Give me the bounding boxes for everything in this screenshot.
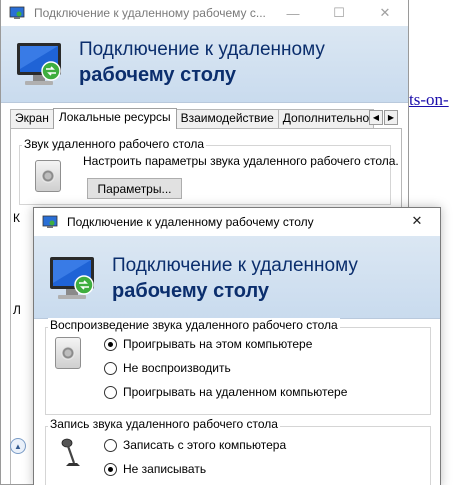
remote-desktop-monitor-icon <box>50 257 94 299</box>
close-icon[interactable]: ✕ <box>362 0 408 26</box>
radio-play-local-label: Проигрывать на этом компьютере <box>123 337 313 351</box>
tab-advanced[interactable]: Дополнительно <box>277 109 375 128</box>
radio-do-not-record-label: Не записывать <box>123 462 207 476</box>
playback-group-title: Воспроизведение звука удаленного рабочег… <box>48 318 340 332</box>
partial-group-label-2: Л <box>13 303 21 317</box>
radio-record-local-label: Записать с этого компьютера <box>123 438 287 452</box>
rdp-app-icon <box>42 215 58 228</box>
title-bar[interactable]: Подключение к удаленному рабочему с... —… <box>1 0 408 26</box>
background-link[interactable]: ts-on- <box>409 90 449 110</box>
audio-settings-dialog: Подключение к удаленному рабочему столу … <box>33 207 441 485</box>
window-title: Подключение к удаленному рабочему с... <box>34 6 266 20</box>
radio-do-not-record[interactable]: Не записывать <box>104 462 206 476</box>
banner-title-line2: рабочему столу <box>79 64 237 86</box>
remote-desktop-monitor-icon <box>17 43 61 85</box>
dialog-banner: Подключение к удаленному рабочему столу <box>34 236 440 319</box>
radio-record-local[interactable]: Записать с этого компьютера <box>104 438 286 452</box>
tab-scroll-buttons: ◀ ▶ <box>369 110 399 125</box>
tab-experience[interactable]: Взаимодействие <box>175 109 279 128</box>
dialog-title: Подключение к удаленному рабочему столу <box>67 215 314 229</box>
tab-scroll-right-icon[interactable]: ▶ <box>384 110 398 125</box>
remote-audio-description: Настроить параметры звука удаленного раб… <box>83 154 399 168</box>
banner-title-line1: Подключение к удаленному <box>79 39 325 60</box>
microphone-icon <box>61 438 80 466</box>
tab-display[interactable]: Экран <box>10 109 54 128</box>
radio-do-not-play-label: Не воспроизводить <box>123 361 231 375</box>
tab-local-resources[interactable]: Локальные ресурсы <box>52 108 177 129</box>
radio-play-local[interactable]: Проигрывать на этом компьютере <box>104 337 312 351</box>
radio-do-not-play[interactable]: Не воспроизводить <box>104 361 231 375</box>
radio-play-local-indicator[interactable] <box>104 337 117 351</box>
minimize-icon[interactable]: — <box>270 0 316 26</box>
dialog-title-bar[interactable]: Подключение к удаленному рабочему столу … <box>34 208 440 236</box>
recording-group <box>45 426 431 485</box>
speaker-icon <box>35 160 61 192</box>
radio-do-not-record-indicator[interactable] <box>104 462 117 476</box>
radio-do-not-play-indicator[interactable] <box>104 361 117 375</box>
radio-play-remote-label: Проигрывать на удаленном компьютере <box>123 385 348 399</box>
tab-bar: Экран Локальные ресурсы Взаимодействие Д… <box>10 108 375 129</box>
remote-audio-group-title: Звук удаленного рабочего стола <box>22 137 207 151</box>
tab-scroll-left-icon[interactable]: ◀ <box>369 110 383 125</box>
rdp-app-icon <box>9 6 25 19</box>
banner: Подключение к удаленному рабочему столу <box>1 26 408 103</box>
maximize-icon[interactable]: ☐ <box>316 0 362 26</box>
speaker-icon <box>55 337 81 369</box>
dialog-close-icon[interactable]: ✕ <box>394 208 440 234</box>
audio-settings-button[interactable]: Параметры... <box>87 178 182 199</box>
radio-play-remote-indicator[interactable] <box>104 385 117 399</box>
dialog-banner-title-line2: рабочему столу <box>112 280 270 302</box>
dialog-banner-title-line1: Подключение к удаленному <box>112 255 358 276</box>
radio-play-remote[interactable]: Проигрывать на удаленном компьютере <box>104 385 347 399</box>
recording-group-title: Запись звука удаленного рабочего стола <box>48 417 280 431</box>
partial-group-label-1: К <box>13 211 20 225</box>
show-options-chevron-icon[interactable]: ▲ <box>10 438 26 454</box>
radio-record-local-indicator[interactable] <box>104 438 117 452</box>
